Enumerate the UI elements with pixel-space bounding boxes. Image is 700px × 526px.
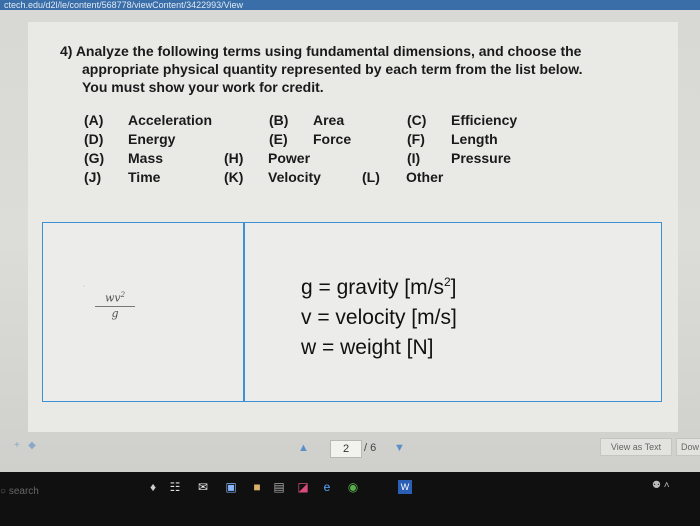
term-expression: wv2 g bbox=[95, 291, 135, 320]
mail-icon[interactable]: ✉ bbox=[196, 480, 210, 494]
table-divider bbox=[243, 223, 245, 401]
option-b: (B) Area bbox=[269, 112, 345, 128]
option-i: (I) Pressure bbox=[407, 150, 511, 166]
option-j: (J) Time bbox=[84, 169, 161, 185]
option-a: (A) Acceleration bbox=[84, 112, 213, 128]
answer-table: · wv2 g g = gravity [m/s2] v = velocity … bbox=[42, 222, 662, 402]
chrome-icon[interactable]: ◉ bbox=[346, 480, 360, 494]
definition-gravity: g = gravity [m/s2] bbox=[301, 275, 457, 299]
option-d: (D) Energy bbox=[84, 131, 176, 147]
next-page-icon[interactable]: ▼ bbox=[394, 442, 405, 454]
page-number-input[interactable]: 2 bbox=[330, 440, 362, 458]
store-icon[interactable]: ■ bbox=[250, 480, 264, 494]
task-view-icon[interactable]: ☷ bbox=[168, 480, 182, 494]
previous-page-icon[interactable]: ▲ bbox=[298, 442, 309, 454]
download-button[interactable]: Dow bbox=[676, 438, 700, 456]
zoom-icons[interactable]: + ◆ bbox=[14, 440, 36, 451]
microphone-icon[interactable]: ♦ bbox=[146, 480, 160, 494]
document-page: 4) Analyze the following terms using fun… bbox=[28, 22, 678, 432]
search-icon: ○ bbox=[0, 486, 9, 497]
document-viewer: 4) Analyze the following terms using fun… bbox=[0, 10, 700, 472]
definition-velocity: v = velocity [m/s] bbox=[301, 306, 457, 329]
option-h: (H) Power bbox=[224, 150, 311, 166]
option-c: (C) Efficiency bbox=[407, 112, 518, 128]
page-total: / 6 bbox=[364, 442, 377, 454]
option-e: (E) Force bbox=[269, 131, 352, 147]
term-denominator: g bbox=[111, 306, 119, 320]
variable-definitions: g = gravity [m/s2] v = velocity [m/s] w … bbox=[301, 267, 457, 363]
option-g: (G) Mass bbox=[84, 150, 164, 166]
question-line: appropriate physical quantity represente… bbox=[82, 61, 583, 77]
photos-icon[interactable]: ▣ bbox=[224, 480, 238, 494]
taskbar: ○ search ♦ ☷ ✉ ▣ ■ ▤ ◪ e ◉ W ⚉ ˄ bbox=[0, 472, 700, 526]
files-icon[interactable]: ▤ bbox=[272, 480, 286, 494]
taskbar-search[interactable]: ○ search bbox=[0, 486, 39, 497]
option-k: (K) Velocity bbox=[224, 169, 321, 185]
browser-url-bar[interactable]: ctech.edu/d2l/le/content/568778/viewCont… bbox=[0, 0, 700, 10]
word-icon[interactable]: W bbox=[398, 480, 412, 494]
search-label: search bbox=[8, 486, 39, 497]
question-line: 4) Analyze the following terms using fun… bbox=[60, 43, 582, 59]
question-text: 4) Analyze the following terms using fun… bbox=[60, 42, 660, 96]
question-line: You must show your work for credit. bbox=[82, 79, 324, 95]
app-icon[interactable]: ◪ bbox=[296, 480, 310, 494]
term-numerator: wv2 bbox=[95, 291, 135, 307]
cell-mark: · bbox=[83, 283, 86, 290]
edge-icon[interactable]: e bbox=[320, 480, 334, 494]
system-tray-icon[interactable]: ⚉ ˄ bbox=[652, 480, 670, 491]
option-f: (F) Length bbox=[407, 131, 498, 147]
view-as-text-button[interactable]: View as Text bbox=[600, 438, 672, 456]
option-l: (L) Other bbox=[362, 169, 444, 185]
definition-weight: w = weight [N] bbox=[301, 336, 434, 359]
viewer-toolbar: + ◆ ▲ 2 / 6 ▼ View as Text Dow bbox=[0, 434, 700, 462]
